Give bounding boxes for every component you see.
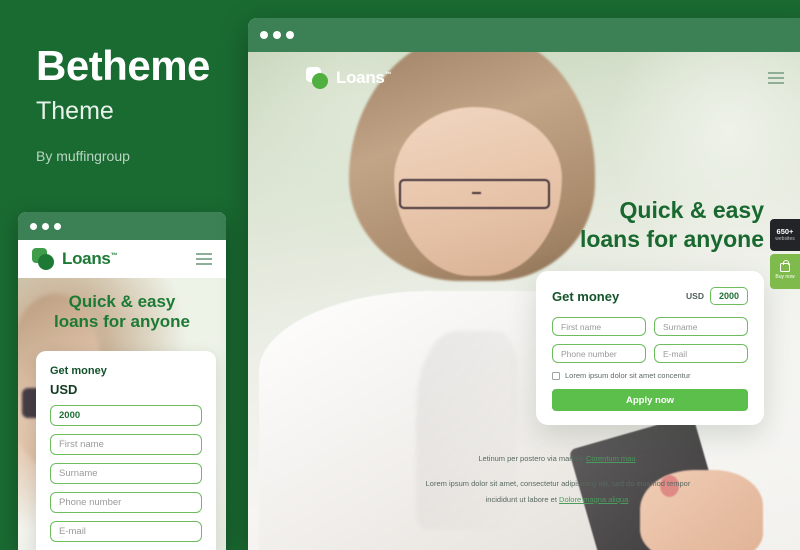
copy-line-1-pre: Letinum per postero via martina xyxy=(478,454,586,464)
shopping-bag-icon xyxy=(780,260,790,272)
mobile-amount-input[interactable]: 2000 xyxy=(50,404,202,426)
mobile-logo[interactable]: Loans™ xyxy=(32,248,118,270)
desktop-logo-text: Loans xyxy=(336,68,385,87)
apply-now-button[interactable]: Apply now xyxy=(552,389,748,412)
mobile-hero-line2: loans for anyone xyxy=(53,312,191,332)
mobile-surname-input[interactable]: Surname xyxy=(50,462,202,484)
window-dot-maximize[interactable] xyxy=(286,31,294,39)
mobile-hero-line1: Quick & easy xyxy=(68,292,176,311)
consent-checkbox[interactable] xyxy=(552,371,560,380)
copy-line-1: Letinum per postero via martina Corentum… xyxy=(418,453,698,466)
hero-text: Quick & easy loans for anyone xyxy=(248,104,800,253)
consent-label: Lorem ipsum dolor sit amet concentur xyxy=(565,371,691,381)
form-card-header: Get money USD 2000 xyxy=(552,287,748,306)
mobile-currency-label: USD xyxy=(50,381,78,397)
mobile-form-heading: Get money xyxy=(50,364,107,377)
window-dot-maximize[interactable] xyxy=(54,222,61,230)
first-name-input[interactable]: First name xyxy=(552,317,646,337)
websites-count-badge[interactable]: 650+ websites xyxy=(770,219,800,251)
brand-author: By muffingroup xyxy=(36,147,130,164)
desktop-logo-trademark: ™ xyxy=(384,71,392,79)
mobile-first-name-input[interactable]: First name xyxy=(50,433,202,455)
amount-group: USD 2000 xyxy=(686,287,748,306)
contact-row: Phone number E-mail xyxy=(552,344,748,364)
mobile-preview-window: Loans™ Quick & easy loans for anyone Get… xyxy=(18,212,226,550)
mobile-loan-form-card: Get money USD 2000 First name Surname Ph… xyxy=(36,350,216,550)
desktop-logo[interactable]: Loans™ xyxy=(306,67,392,89)
desktop-site-header: Loans™ xyxy=(248,52,800,104)
loan-form-card: Get money USD 2000 First name Surname Ph… xyxy=(536,271,764,426)
websites-count-value: 650+ xyxy=(776,226,794,236)
desktop-preview-window: Loans™ Quick & easy loans for anyone Get… xyxy=(248,18,800,550)
window-dot-minimize[interactable] xyxy=(273,31,281,39)
mobile-logo-trademark: ™ xyxy=(110,252,118,260)
mobile-site-header: Loans™ xyxy=(18,240,226,278)
desktop-site-body: Loans™ Quick & easy loans for anyone Get… xyxy=(248,52,800,550)
copy-paragraph: Lorem ipsum dolor sit amet, consectetur … xyxy=(418,476,698,508)
mobile-site-body: Quick & easy loans for anyone Get money … xyxy=(18,278,226,550)
amount-input[interactable]: 2000 xyxy=(709,287,748,306)
hamburger-icon[interactable] xyxy=(196,253,212,265)
window-dot-close[interactable] xyxy=(260,31,268,39)
mobile-logo-text: Loans xyxy=(62,249,111,268)
hamburger-icon[interactable] xyxy=(768,72,784,84)
websites-count-label: websites xyxy=(775,236,795,243)
surname-input[interactable]: Surname xyxy=(654,317,748,337)
form-heading: Get money xyxy=(552,288,620,304)
window-dot-minimize[interactable] xyxy=(42,222,49,230)
loans-logo-icon xyxy=(32,248,54,270)
hero-line1: Quick & easy xyxy=(619,197,764,223)
dolore-magna-aliqua-link[interactable]: Dolore magna aliqua xyxy=(559,495,628,504)
mobile-window-titlebar xyxy=(18,212,226,240)
buy-now-badge[interactable]: Buy now xyxy=(770,254,800,289)
copy-paragraph-post: . xyxy=(628,494,631,504)
side-badges: 650+ websites Buy now xyxy=(770,219,800,289)
email-input[interactable]: E-mail xyxy=(654,344,748,364)
corentum-mau-link[interactable]: Corentum mau xyxy=(586,454,636,463)
page-title: Betheme xyxy=(36,42,210,89)
mobile-hero-text: Quick & easy loans for anyone xyxy=(18,278,226,333)
name-row: First name Surname xyxy=(552,317,748,337)
mobile-phone-input[interactable]: Phone number xyxy=(50,491,202,513)
copy-line-1-post: . xyxy=(635,454,638,464)
consent-row[interactable]: Lorem ipsum dolor sit amet concentur xyxy=(552,371,748,380)
phone-input[interactable]: Phone number xyxy=(552,344,646,364)
loans-logo-icon xyxy=(306,67,328,89)
buy-now-label: Buy now xyxy=(775,274,795,280)
window-dot-close[interactable] xyxy=(30,222,37,230)
mobile-email-input[interactable]: E-mail xyxy=(50,520,202,542)
brand-panel: Betheme Theme By muffingroup xyxy=(36,42,246,164)
hero-copy: Letinum per postero via martina Corentum… xyxy=(358,453,698,507)
hero-line2: loans for anyone xyxy=(579,225,764,252)
copy-paragraph-pre: Lorem ipsum dolor sit amet, consectetur … xyxy=(425,478,691,504)
desktop-window-titlebar xyxy=(248,18,800,52)
currency-label: USD xyxy=(686,291,704,302)
brand-subtitle: Theme xyxy=(36,97,114,126)
